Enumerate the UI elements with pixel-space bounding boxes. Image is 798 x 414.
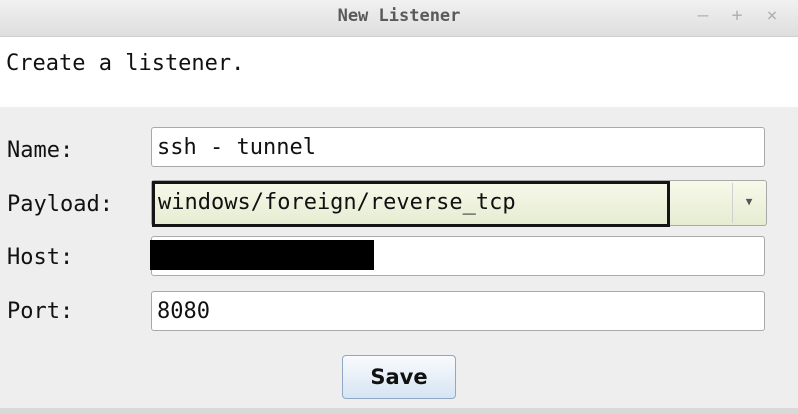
redaction-block xyxy=(150,240,374,270)
save-button[interactable]: Save xyxy=(342,355,456,399)
maximize-icon[interactable]: + xyxy=(728,5,746,27)
port-value: 8080 xyxy=(157,299,210,324)
payload-label: Payload: xyxy=(7,192,113,217)
chevron-down-icon[interactable]: ▼ xyxy=(732,183,765,223)
name-field[interactable]: ssh - tunnel xyxy=(151,127,765,167)
name-label: Name: xyxy=(7,138,74,163)
title-bar: New Listener – + × xyxy=(0,0,798,37)
window-bottom-edge xyxy=(0,408,798,414)
payload-value: windows/foreign/reverse_tcp xyxy=(158,190,516,215)
window-title: New Listener xyxy=(337,6,461,26)
payload-select[interactable]: windows/foreign/reverse_tcp ▼ xyxy=(151,180,767,226)
intro-panel: Create a listener. xyxy=(0,37,798,107)
host-label: Host: xyxy=(7,245,74,270)
close-icon[interactable]: × xyxy=(763,5,781,27)
minimize-icon[interactable]: – xyxy=(694,5,712,27)
port-label: Port: xyxy=(7,299,74,324)
port-field[interactable]: 8080 xyxy=(151,291,765,331)
name-value: ssh - tunnel xyxy=(157,135,316,160)
intro-text: Create a listener. xyxy=(6,51,245,76)
